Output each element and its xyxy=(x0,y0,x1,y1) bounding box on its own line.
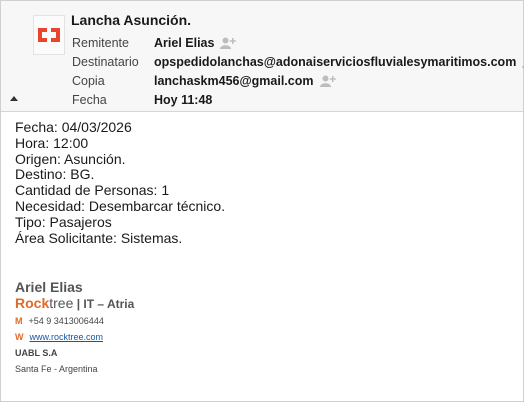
copia-value[interactable]: lanchaskm456@gmail.com xyxy=(154,74,336,88)
signature-web: Wwww.rocktree.com xyxy=(15,332,103,342)
body-line-area: Área Solicitante: Sistemas. xyxy=(15,229,183,246)
destinatario-label: Destinatario xyxy=(72,55,139,69)
body-line-origen: Origen: Asunción. xyxy=(15,150,126,167)
web-letter: W xyxy=(15,332,24,342)
recipient-email[interactable]: opspedidolanchas@adonaiserviciosfluviale… xyxy=(154,55,516,69)
email-subject: Lancha Asunción. xyxy=(71,12,192,28)
signature-company: UABL S.A xyxy=(15,348,58,358)
signature-location: Santa Fe - Argentina xyxy=(15,364,98,374)
add-contact-icon[interactable] xyxy=(220,37,237,49)
cc-email[interactable]: lanchaskm456@gmail.com xyxy=(154,74,314,88)
collapse-up-icon[interactable] xyxy=(10,96,18,101)
brand-suffix: | IT – Atria xyxy=(73,297,135,311)
add-contact-icon[interactable] xyxy=(319,75,336,87)
email-body: Fecha: 04/03/2026 Hora: 12:00 Origen: As… xyxy=(15,119,226,246)
signature-mobile: M +54 9 3413006444 xyxy=(15,316,104,326)
email-date: Hoy 11:48 xyxy=(154,93,213,107)
body-line-fecha: Fecha: 04/03/2026 xyxy=(15,119,132,135)
signature-brand: Rocktree | IT – Atria xyxy=(15,295,134,311)
destinatario-value[interactable]: opspedidolanchas@adonaiserviciosfluviale… xyxy=(154,55,524,69)
rocktree-logo-icon xyxy=(38,28,60,42)
fecha-value: Hoy 11:48 xyxy=(154,93,212,107)
remitente-value[interactable]: Ariel Elias xyxy=(154,36,237,50)
sender-name[interactable]: Ariel Elias xyxy=(154,36,214,50)
body-line-necesidad: Necesidad: Desembarcar técnico. xyxy=(15,197,226,214)
copia-label: Copia xyxy=(72,74,105,88)
body-line-cantidad: Cantidad de Personas: 1 xyxy=(15,182,170,199)
website-link[interactable]: www.rocktree.com xyxy=(30,332,104,342)
signature-name: Ariel Elias xyxy=(15,279,83,295)
brand-rock: Rock xyxy=(15,295,50,311)
mobile-letter: M xyxy=(15,316,23,326)
email-viewer: Lancha Asunción. Remitente Ariel Elias D… xyxy=(0,0,524,402)
fecha-label: Fecha xyxy=(72,93,107,107)
email-header: Lancha Asunción. Remitente Ariel Elias D… xyxy=(1,1,524,112)
sender-avatar xyxy=(33,15,65,55)
brand-tree: tree xyxy=(49,295,74,311)
remitente-label: Remitente xyxy=(72,36,129,50)
body-line-tipo: Tipo: Pasajeros xyxy=(15,213,112,230)
body-line-hora: Hora: 12:00 xyxy=(15,134,89,151)
mobile-number: +54 9 3413006444 xyxy=(28,316,104,326)
body-line-destino: Destino: BG. xyxy=(15,166,95,183)
